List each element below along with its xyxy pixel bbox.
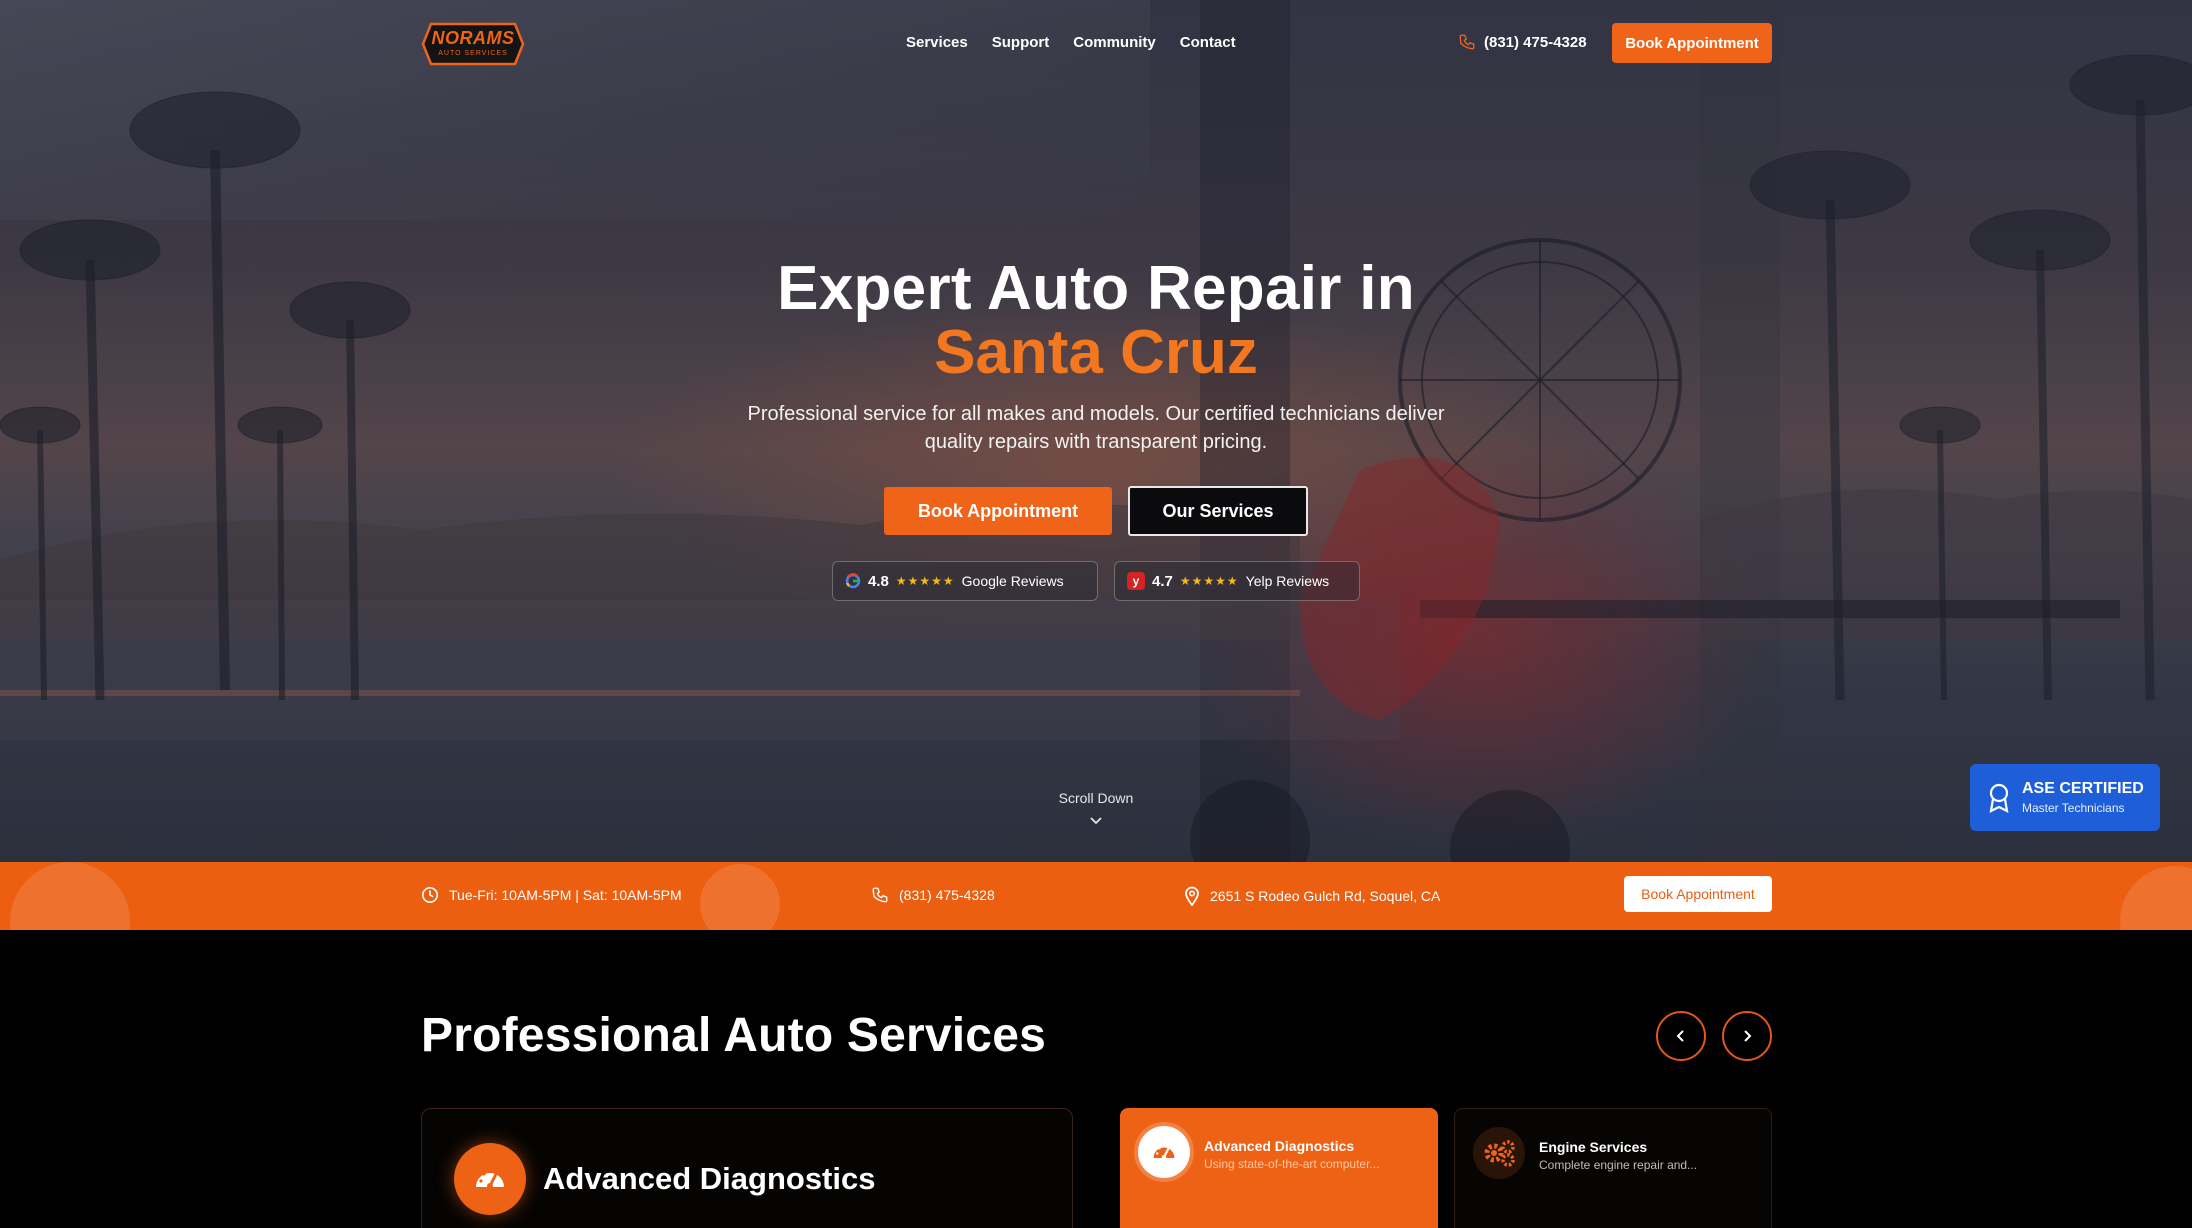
business-hours-text: Tue-Fri: 10AM-5PM | Sat: 10AM-5PM — [449, 887, 682, 903]
ase-subtitle: Master Technicians — [2022, 801, 2125, 815]
decorative-bubble — [2120, 866, 2192, 930]
service-card-diagnostics[interactable]: Advanced Diagnostics Using state-of-the-… — [1120, 1108, 1438, 1228]
google-score: 4.8 — [868, 572, 889, 590]
hero-title: Expert Auto Repair in — [777, 254, 1415, 323]
decorative-bubble — [700, 864, 780, 930]
nav-links: Services Support Community Contact — [906, 34, 1236, 51]
service-card-icon-wrap — [1473, 1127, 1525, 1179]
service-card-title: Advanced Diagnostics — [1204, 1138, 1355, 1154]
nav-link-support[interactable]: Support — [992, 34, 1050, 51]
nav-link-contact[interactable]: Contact — [1180, 34, 1236, 51]
chevron-left-icon — [1676, 1030, 1684, 1042]
google-reviews-label: Google Reviews — [961, 573, 1064, 589]
logo-sub-text: AUTO SERVICES — [438, 50, 508, 57]
hero-subtitle: Professional service for all makes and m… — [747, 403, 1445, 453]
scroll-down-label[interactable]: Scroll Down — [0, 790, 2192, 806]
info-bar-phone[interactable]: (831) 475-4328 — [871, 886, 995, 904]
info-bar-phone-number: (831) 475-4328 — [899, 887, 995, 903]
chevron-right-icon — [1744, 1030, 1752, 1042]
yelp-icon: y — [1127, 572, 1145, 590]
featured-service-title: Advanced Diagnostics — [543, 1161, 876, 1196]
nav-phone-link[interactable]: (831) 475-4328 — [1458, 33, 1587, 51]
yelp-reviews-badge[interactable]: y 4.7 ★★★★★ Yelp Reviews — [1114, 561, 1360, 601]
ase-title: ASE CERTIFIED — [2022, 780, 2144, 797]
brand-logo[interactable]: NORAMS AUTO SERVICES — [421, 18, 525, 70]
service-card-title: Engine Services — [1539, 1139, 1648, 1155]
featured-service-card[interactable]: Advanced Diagnostics — [421, 1108, 1073, 1228]
hero-our-services-button[interactable]: Our Services — [1128, 486, 1308, 536]
google-icon — [845, 573, 861, 589]
yelp-reviews-label: Yelp Reviews — [1245, 573, 1330, 589]
top-navigation: NORAMS AUTO SERVICES Services Support Co… — [0, 0, 2192, 86]
google-reviews-badge[interactable]: 4.8 ★★★★★ Google Reviews — [832, 561, 1098, 601]
yelp-score: 4.7 — [1152, 572, 1173, 590]
info-bar-address[interactable]: 2651 S Rodeo Gulch Rd, Soquel, CA — [1184, 886, 1440, 906]
logo-main-text: NORAMS — [431, 28, 515, 48]
award-ribbon-icon — [1989, 783, 2009, 813]
service-card-icon-wrap — [1138, 1126, 1190, 1178]
gears-icon — [1484, 1140, 1515, 1167]
info-bar-address-text: 2651 S Rodeo Gulch Rd, Soquel, CA — [1210, 888, 1441, 904]
decorative-bubble — [10, 862, 130, 930]
google-stars: ★★★★★ — [895, 574, 955, 588]
map-pin-icon — [1185, 886, 1199, 906]
phone-icon — [1459, 34, 1475, 50]
info-bar: Tue-Fri: 10AM-5PM | Sat: 10AM-5PM (831) … — [0, 862, 2192, 930]
nav-phone-number: (831) 475-4328 — [1484, 33, 1587, 51]
speedometer-icon — [1153, 1144, 1175, 1160]
chevron-down-icon[interactable] — [1089, 816, 1103, 826]
phone-icon — [872, 887, 888, 903]
featured-service-icon-wrap — [454, 1143, 526, 1215]
nav-link-services[interactable]: Services — [906, 34, 968, 51]
carousel-next-button[interactable] — [1722, 1011, 1772, 1061]
carousel-prev-button[interactable] — [1656, 1011, 1706, 1061]
service-card-engine[interactable]: Engine Services Complete engine repair a… — [1454, 1108, 1772, 1228]
ase-certified-badge[interactable]: ASE CERTIFIED Master Technicians — [1970, 764, 2160, 831]
business-hours: Tue-Fri: 10AM-5PM | Sat: 10AM-5PM — [421, 886, 682, 904]
services-section: Professional Auto Services Advanced Diag… — [0, 930, 2192, 1228]
service-card-desc: Using state-of-the-art computer... — [1204, 1157, 1380, 1171]
hero-book-appointment-button[interactable]: Book Appointment — [884, 487, 1112, 535]
nav-link-community[interactable]: Community — [1073, 34, 1156, 51]
service-card-desc: Complete engine repair and... — [1539, 1158, 1698, 1172]
nav-book-appointment-button[interactable]: Book Appointment — [1612, 23, 1772, 63]
yelp-stars: ★★★★★ — [1179, 574, 1239, 588]
info-bar-book-appointment-button[interactable]: Book Appointment — [1624, 876, 1772, 912]
speedometer-icon — [476, 1169, 504, 1189]
hero-title-location: Santa Cruz — [934, 318, 1258, 387]
clock-icon — [421, 886, 439, 904]
services-section-title: Professional Auto Services — [421, 1009, 1046, 1062]
